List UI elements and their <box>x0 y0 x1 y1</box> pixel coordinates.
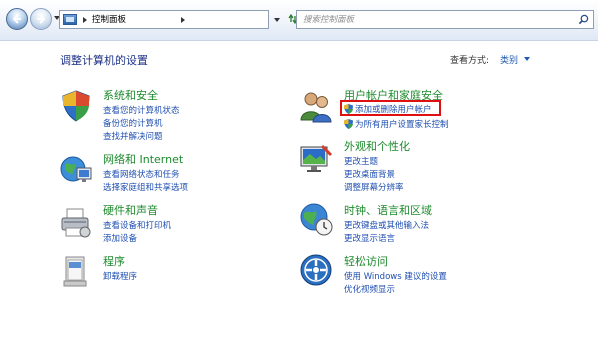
search-input[interactable]: 搜索控制面板 <box>296 10 594 29</box>
appearance-monitor-icon[interactable] <box>298 142 334 178</box>
category-programs[interactable]: 程序 <box>103 255 125 269</box>
back-button[interactable] <box>6 8 28 30</box>
link-adjust-resolution[interactable]: 调整屏幕分辨率 <box>344 182 404 194</box>
link-network-status[interactable]: 查看网络状态和任务 <box>103 169 180 181</box>
link-homegroup-sharing[interactable]: 选择家庭组和共享选项 <box>103 182 188 194</box>
highlight-annotation <box>340 100 441 116</box>
page-title: 调整计算机的设置 <box>60 54 148 67</box>
link-change-desktop-background[interactable]: 更改桌面背景 <box>344 169 395 181</box>
printer-icon[interactable] <box>58 204 94 240</box>
chevron-down-icon[interactable] <box>524 57 530 61</box>
control-panel-window: 控制面板 搜索控制面板 调整计算机的设置 查看方式: 类别 系统和安全 查看您的… <box>0 0 598 340</box>
address-bar[interactable]: 控制面板 <box>59 10 269 29</box>
category-network-internet[interactable]: 网络和 Internet <box>103 153 183 167</box>
link-view-computer-status[interactable]: 查看您的计算机状态 <box>103 105 180 117</box>
link-windows-recommended-settings[interactable]: 使用 Windows 建议的设置 <box>344 271 447 283</box>
link-uninstall-program[interactable]: 卸载程序 <box>103 271 137 283</box>
network-globe-icon[interactable] <box>58 152 94 188</box>
breadcrumb-separator-icon[interactable] <box>83 17 87 23</box>
link-backup-computer[interactable]: 备份您的计算机 <box>103 118 163 130</box>
view-by-label: 查看方式: <box>450 56 490 66</box>
link-add-device[interactable]: 添加设备 <box>103 233 137 245</box>
category-hardware-sound[interactable]: 硬件和声音 <box>103 204 158 218</box>
search-placeholder: 搜索控制面板 <box>303 15 355 25</box>
ease-of-access-icon[interactable] <box>298 252 334 288</box>
view-by-dropdown[interactable]: 类别 <box>500 53 518 66</box>
navigation-bar: 控制面板 搜索控制面板 <box>0 0 598 41</box>
link-optimize-video-display[interactable]: 优化视频显示 <box>344 284 395 296</box>
breadcrumb-separator-icon[interactable] <box>181 17 185 23</box>
breadcrumb-control-panel[interactable]: 控制面板 <box>92 13 126 27</box>
category-ease-of-access[interactable]: 轻松访问 <box>344 255 388 269</box>
back-arrow-icon <box>12 14 21 24</box>
category-clock-language-region[interactable]: 时钟、语言和区域 <box>344 204 432 218</box>
forward-button[interactable] <box>30 8 52 30</box>
user-accounts-icon[interactable] <box>298 88 334 124</box>
security-shield-icon[interactable] <box>58 88 94 124</box>
link-parental-controls[interactable]: 为所有用户设置家长控制 <box>355 119 449 131</box>
link-change-display-language[interactable]: 更改显示语言 <box>344 233 395 245</box>
control-panel-icon <box>63 14 77 25</box>
uac-shield-icon <box>344 119 353 129</box>
clock-globe-icon[interactable] <box>298 201 334 237</box>
link-change-theme[interactable]: 更改主题 <box>344 156 378 168</box>
link-devices-printers[interactable]: 查看设备和打印机 <box>103 220 171 232</box>
programs-icon[interactable] <box>58 254 94 290</box>
forward-arrow-icon <box>37 14 46 24</box>
link-troubleshoot[interactable]: 查找并解决问题 <box>103 131 163 143</box>
link-change-keyboard[interactable]: 更改键盘或其他输入法 <box>344 220 429 232</box>
address-dropdown-button[interactable] <box>270 10 284 29</box>
search-icon[interactable] <box>578 14 589 25</box>
category-system-security[interactable]: 系统和安全 <box>103 89 158 103</box>
category-appearance[interactable]: 外观和个性化 <box>344 140 410 154</box>
